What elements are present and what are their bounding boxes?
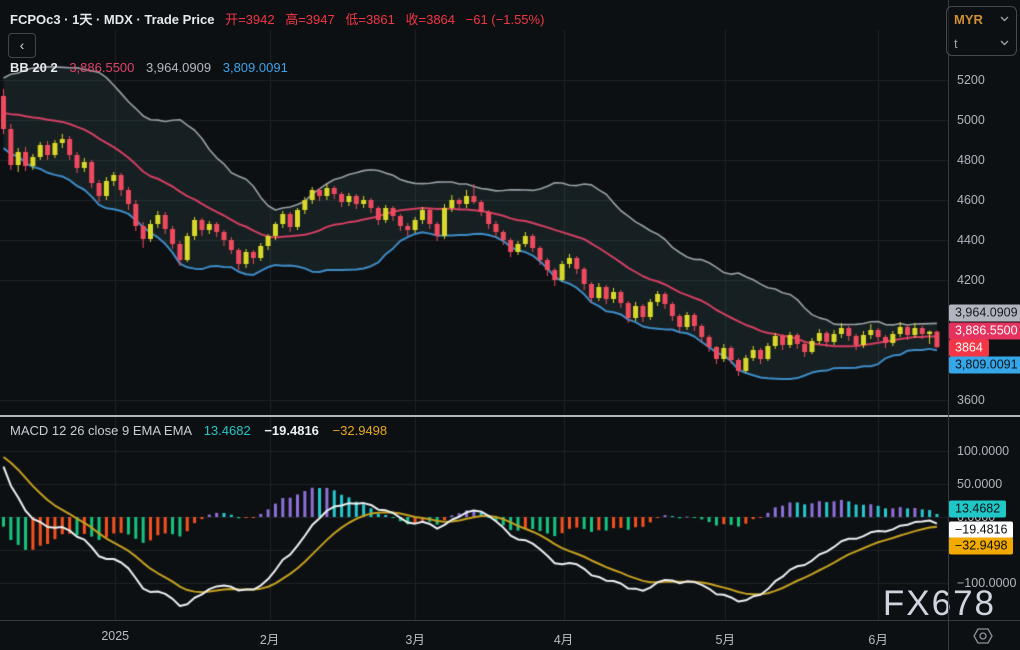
- ohlc-low: 低=3861: [345, 12, 395, 27]
- axis-tick: 50.0000: [957, 477, 1002, 491]
- price-macd-chart-canvas[interactable]: [0, 0, 1020, 650]
- time-axis-label[interactable]: 6月: [868, 629, 887, 648]
- bb-upper-label: 3,964.0909: [949, 305, 1020, 322]
- bb-basis-value: 3,886.5500: [69, 60, 134, 75]
- chevron-down-icon: [1000, 16, 1009, 22]
- bb-legend[interactable]: BB 20 2 3,886.5500 3,964.0909 3,809.0091: [10, 60, 288, 75]
- axis-tick: 4200: [957, 273, 985, 287]
- chart-settings-icon[interactable]: [970, 626, 996, 646]
- time-axis-label[interactable]: 5月: [716, 629, 735, 648]
- time-axis-label[interactable]: 3月: [405, 629, 424, 648]
- time-axis-label[interactable]: 2月: [260, 629, 279, 648]
- time-axis-label[interactable]: 4月: [554, 629, 573, 648]
- back-button[interactable]: ‹: [8, 33, 36, 58]
- watermark: FX678: [883, 584, 996, 624]
- macd-hist-value: 13.4682: [204, 423, 251, 438]
- pane-separator[interactable]: [0, 415, 1020, 417]
- axis-tick: 5200: [957, 73, 985, 87]
- axis-tick: 100.0000: [957, 444, 1009, 458]
- time-axis-border: [0, 620, 1020, 621]
- last-price-label: 3864: [949, 340, 989, 357]
- macd-value-label: −19.4816: [949, 522, 1013, 539]
- macd-legend[interactable]: MACD 12 26 close 9 EMA EMA 13.4682 −19.4…: [10, 423, 387, 438]
- chevron-left-icon: ‹: [20, 37, 25, 53]
- unit-dropdown[interactable]: t: [947, 31, 1016, 55]
- bb-lower-value: 3,809.0091: [223, 60, 288, 75]
- ohlc-change: −61 (−1.55%): [466, 12, 545, 27]
- axis-unit-toolbar: MYR t: [946, 6, 1017, 56]
- macd-hist-label: 13.4682: [949, 501, 1006, 518]
- ohlc-close: 收=3864: [406, 12, 456, 27]
- ohlc-open: 开=3942: [225, 12, 275, 27]
- macd-signal-value: −32.9498: [333, 423, 388, 438]
- symbol-title: FCPOc3 · 1天 · MDX · Trade Price: [10, 12, 214, 27]
- unit-value: t: [954, 36, 958, 51]
- axis-tick: −100.0000: [957, 576, 1016, 590]
- macd-signal-label: −32.9498: [949, 538, 1013, 555]
- macd-indicator-name: MACD 12 26 close 9 EMA EMA: [10, 423, 192, 438]
- bb-indicator-name: BB 20 2: [10, 60, 58, 75]
- bb-lower-label: 3,809.0091: [949, 357, 1020, 374]
- currency-dropdown[interactable]: MYR: [947, 7, 1016, 31]
- chevron-down-icon: [1000, 40, 1009, 46]
- trading-chart-app: FCPOc3 · 1天 · MDX · Trade Price 开=3942 高…: [0, 0, 1020, 650]
- axis-tick: 4600: [957, 193, 985, 207]
- axis-tick: 4800: [957, 153, 985, 167]
- symbol-legend[interactable]: FCPOc3 · 1天 · MDX · Trade Price 开=3942 高…: [10, 9, 544, 28]
- macd-line-value: −19.4816: [264, 423, 319, 438]
- currency-value: MYR: [954, 12, 983, 27]
- bb-upper-value: 3,964.0909: [146, 60, 211, 75]
- ohlc-high: 高=3947: [285, 12, 335, 27]
- axis-tick: 4400: [957, 233, 985, 247]
- axis-tick: 3600: [957, 393, 985, 407]
- axis-tick: 5000: [957, 113, 985, 127]
- bb-basis-label: 3,886.5500: [949, 323, 1020, 340]
- time-axis-label[interactable]: 2025: [101, 629, 129, 643]
